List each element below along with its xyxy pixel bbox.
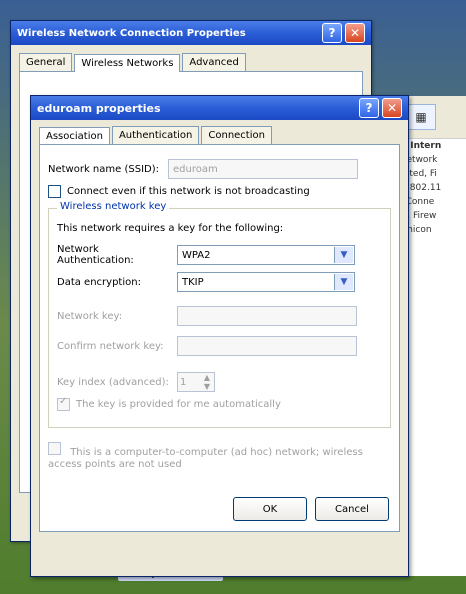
wireless-network-key-legend: Wireless network key [57,201,170,212]
spinner-icon[interactable]: ▲ ▼ [202,373,212,391]
wireless-network-key-group: Wireless network key This network requir… [48,201,391,428]
encryption-label: Data encryption: [57,276,141,288]
desktop-background: Wireless Network Connection Properties ?… [0,0,466,594]
ok-button[interactable]: OK [233,497,307,521]
dialog-inner: Association Authentication Connection Ne… [31,120,408,538]
ssid-row: Network name (SSID): eduroam [48,159,391,179]
ssid-field[interactable]: eduroam [168,159,358,179]
auth-value: WPA2 [182,249,211,261]
bg-title: Wireless Network Connection Properties [17,27,246,39]
help-button[interactable]: ? [359,98,379,118]
network-key-field[interactable] [177,306,357,326]
eduroam-properties-dialog: eduroam properties ? ✕ Association Authe… [30,95,409,577]
bg-titlebar: Wireless Network Connection Properties ?… [11,21,371,45]
adhoc-text: This is a computer-to-computer (ad hoc) … [48,447,363,470]
connect-even-row: Connect even if this network is not broa… [48,185,391,198]
connect-even-label: Connect even if this network is not broa… [67,186,310,197]
dialog-titlebar: eduroam properties ? ✕ [31,96,408,120]
key-index-stepper[interactable]: 1 ▲ ▼ [177,372,215,392]
provided-auto-checkbox[interactable] [57,396,70,411]
auth-select[interactable]: WPA2 ▼ [177,245,355,265]
auth-label: Network Authentication: [57,244,134,266]
bg-tab-advanced[interactable]: Advanced [182,53,246,71]
provided-auto-label: The key is provided for me automatically [76,399,281,410]
encryption-row: Data encryption: TKIP ▼ [57,272,382,292]
ssid-label: Network name (SSID): [48,163,159,175]
key-index-value: 1 [180,376,187,388]
confirm-key-row: Confirm network key: [57,336,382,356]
dialog-title: eduroam properties [37,101,161,115]
bg-close-button[interactable]: ✕ [345,23,365,43]
bg-tab-general[interactable]: General [19,53,73,71]
auth-row: Network Authentication: WPA2 ▼ [57,244,382,266]
provided-auto-row: The key is provided for me automatically [57,396,382,411]
encryption-value: TKIP [182,276,204,288]
confirm-key-field[interactable] [177,336,357,356]
tab-association[interactable]: Association [39,127,110,145]
bg-help-button[interactable]: ? [322,23,342,43]
bg-tab-wireless-networks[interactable]: Wireless Networks [74,54,181,72]
adhoc-checkbox[interactable] [48,442,61,455]
tab-connection[interactable]: Connection [201,126,272,144]
dialog-tabs: Association Authentication Connection [39,126,400,145]
bg-tabs: General Wireless Networks Advanced [11,45,371,72]
chevron-down-icon[interactable]: ▼ [334,247,353,263]
confirm-key-label: Confirm network key: [57,340,164,352]
views-icon[interactable]: ▦ [406,104,436,130]
requires-key-text: This network requires a key for the foll… [57,223,284,234]
network-key-row: Network key: [57,306,382,326]
cancel-button[interactable]: Cancel [315,497,389,521]
key-index-label: Key index (advanced): [57,376,169,388]
tab-authentication[interactable]: Authentication [111,126,200,144]
close-button[interactable]: ✕ [382,98,402,118]
dialog-buttons: OK Cancel [233,497,389,521]
association-page: Network name (SSID): eduroam Connect eve… [39,144,400,532]
adhoc-row: This is a computer-to-computer (ad hoc) … [48,442,391,471]
network-key-label: Network key: [57,310,123,322]
chevron-down-icon[interactable]: ▼ [334,274,353,290]
key-index-row: Key index (advanced): 1 ▲ ▼ [57,372,382,392]
encryption-select[interactable]: TKIP ▼ [177,272,355,292]
connect-even-checkbox[interactable] [48,185,61,198]
